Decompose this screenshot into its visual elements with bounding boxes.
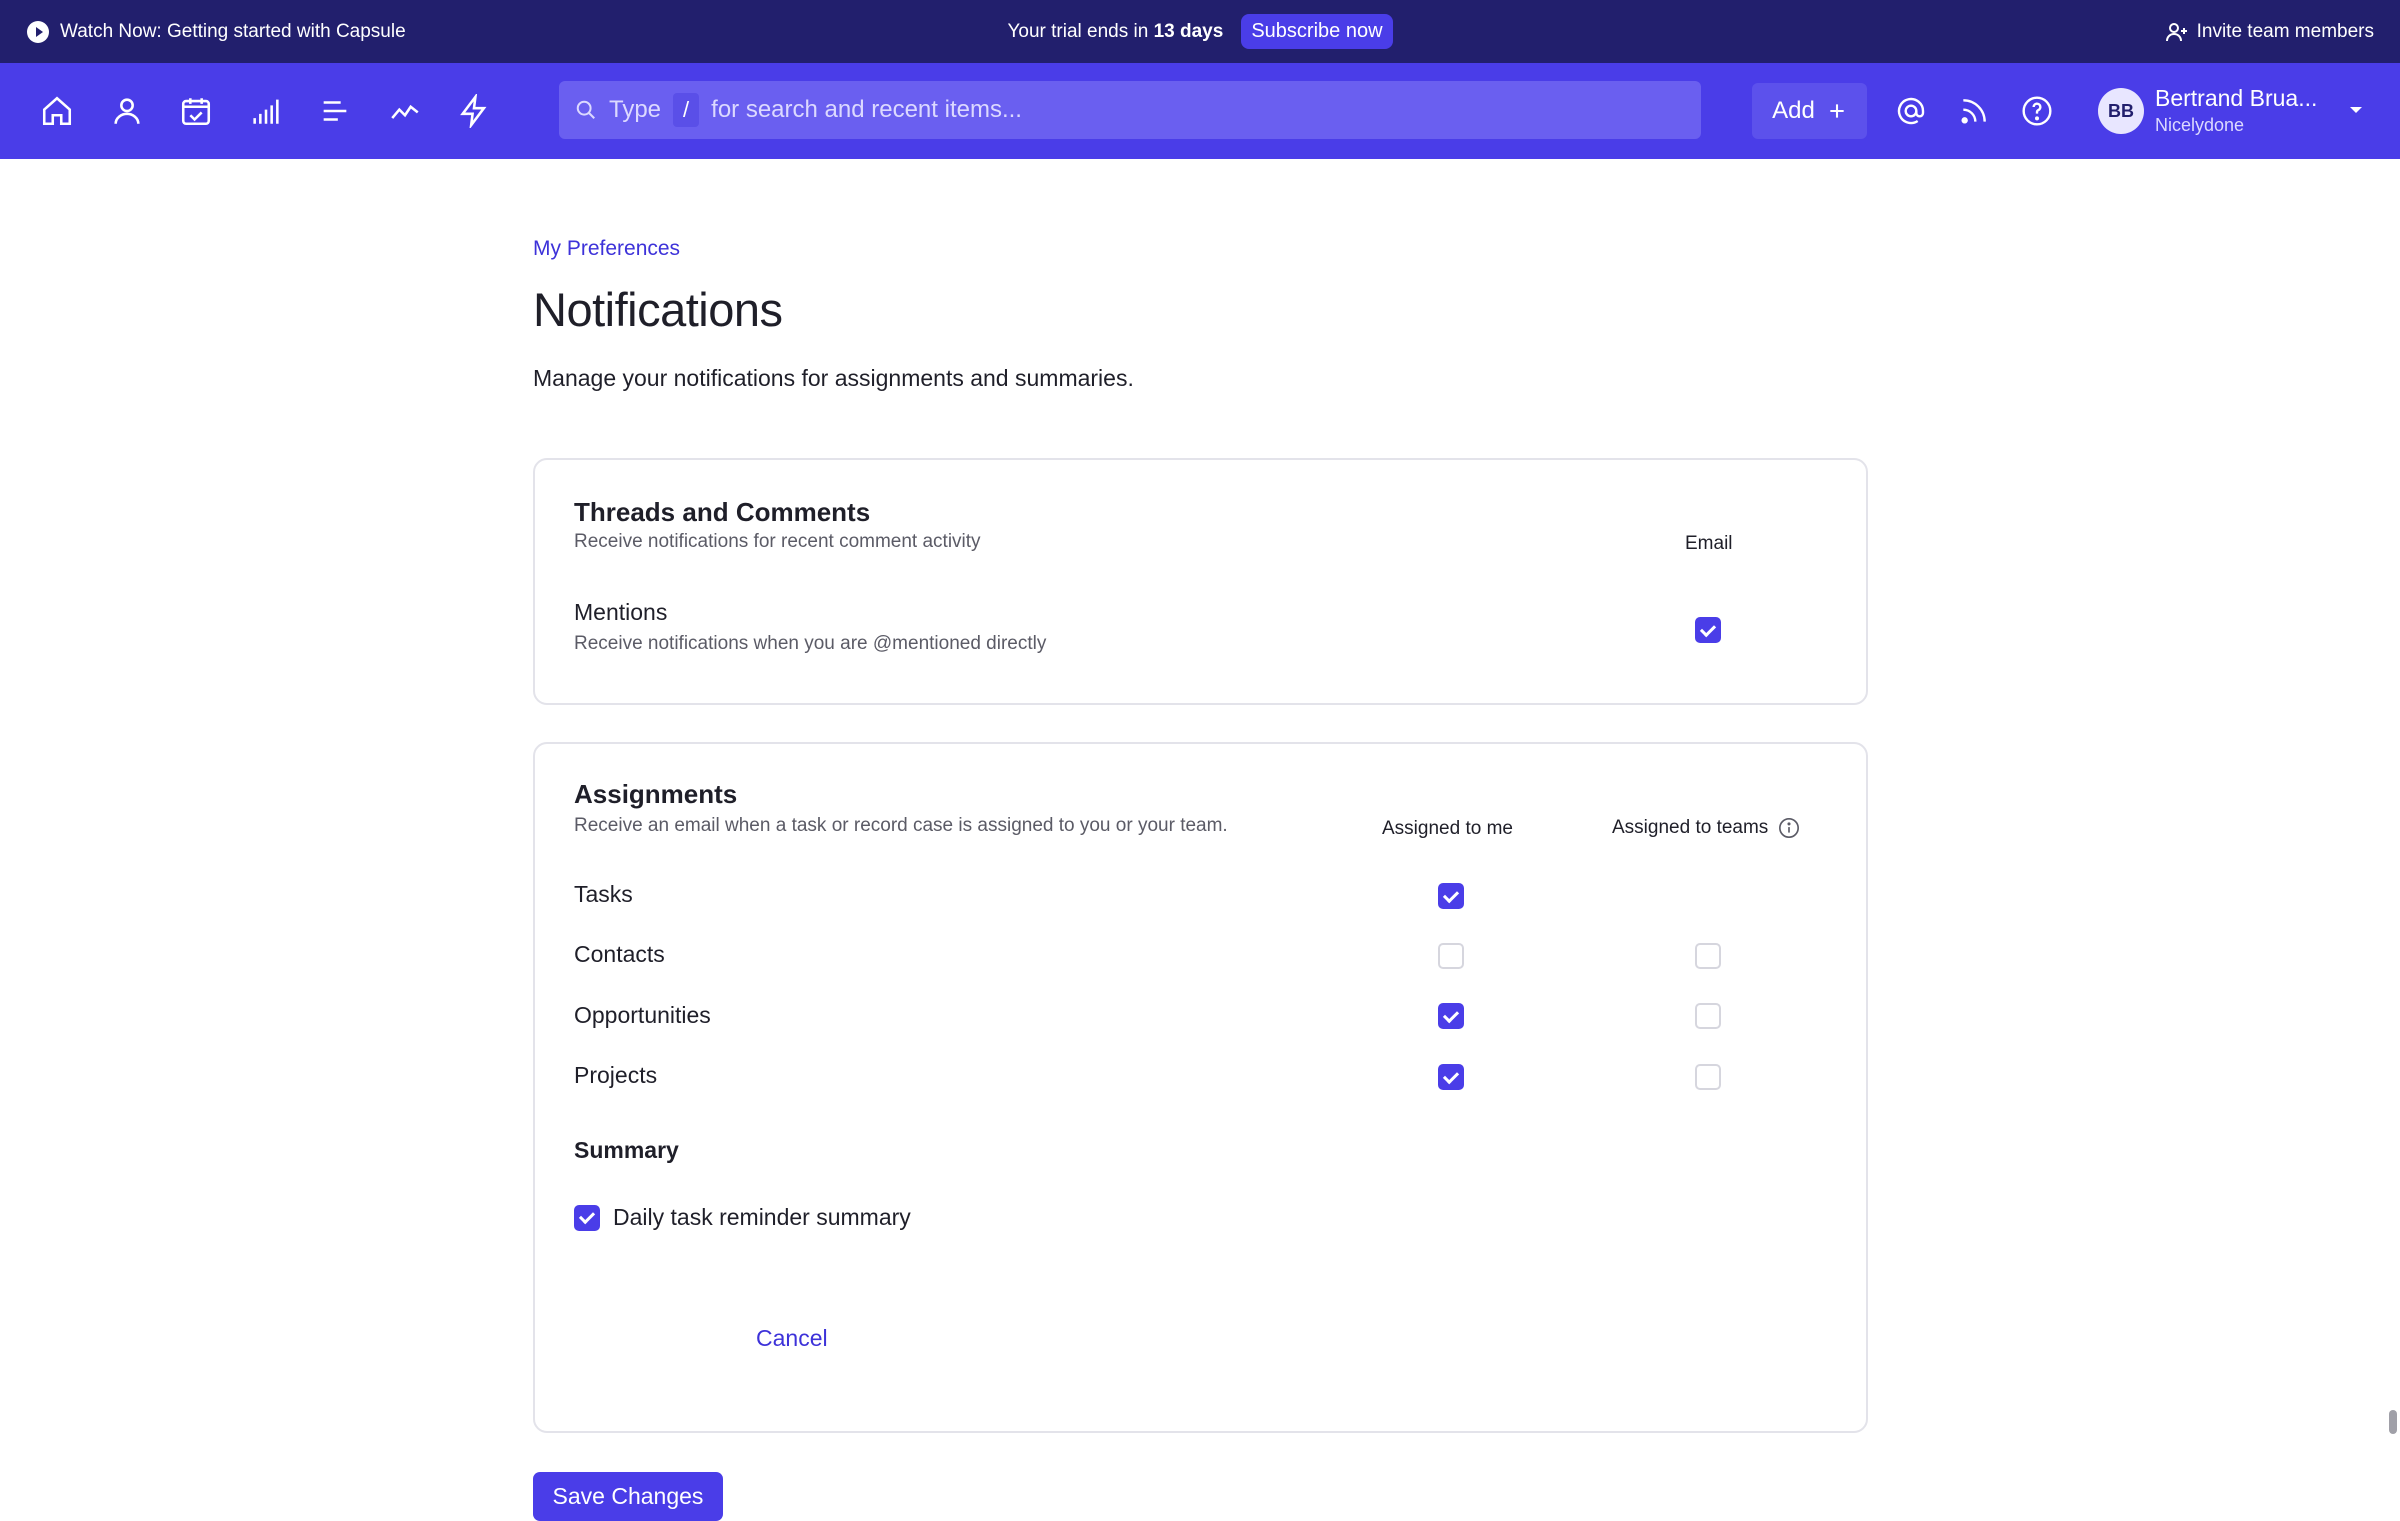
opportunities-assigned-me-checkbox[interactable] [1438, 1003, 1464, 1029]
tasks-row-label: Tasks [574, 881, 633, 907]
mentions-subtitle: Receive notifications when you are @ment… [574, 633, 1047, 654]
opportunities-row-label: Opportunities [574, 1002, 711, 1028]
feed-icon[interactable] [1952, 89, 1996, 133]
cancel-link[interactable]: Cancel [756, 1325, 828, 1352]
mentions-icon[interactable] [1889, 89, 1933, 133]
projects-row-label: Projects [574, 1062, 658, 1088]
contacts-row-label: Contacts [574, 941, 665, 967]
subscribe-button[interactable]: Subscribe now [1241, 14, 1393, 49]
assignments-title: Assignments [574, 779, 738, 809]
daily-summary-option[interactable]: Daily task reminder summary [574, 1204, 911, 1231]
watch-now-label: Watch Now: Getting started with Capsule [60, 20, 406, 42]
daily-summary-label: Daily task reminder summary [613, 1204, 911, 1230]
search-input[interactable]: Type / for search and recent items... [559, 81, 1701, 139]
lightning-icon[interactable] [452, 89, 496, 133]
person-icon[interactable] [105, 89, 149, 133]
invite-label: Invite team members [2196, 20, 2374, 42]
bar-chart-icon[interactable] [244, 89, 288, 133]
search-shortcut-key: / [673, 93, 700, 127]
invite-team-link[interactable]: Invite team members [2165, 20, 2374, 44]
plus-icon [1830, 104, 1844, 118]
summary-title: Summary [574, 1137, 679, 1163]
trial-days: 13 days [1153, 20, 1224, 42]
announcement-bar: Watch Now: Getting started with Capsule … [0, 0, 2400, 63]
mentions-title: Mentions [574, 599, 668, 625]
opportunities-assigned-teams-checkbox[interactable] [1695, 1003, 1721, 1029]
info-icon[interactable] [1778, 817, 1800, 839]
list-icon[interactable] [313, 89, 357, 133]
user-org: Nicelydone [2155, 115, 2245, 135]
add-person-icon [2165, 22, 2187, 41]
assigned-to-teams-header: Assigned to teams [1612, 817, 1800, 839]
trial-text: Your trial ends in 13 days [1007, 21, 1223, 43]
search-type-label: Type [609, 96, 662, 123]
play-icon [27, 20, 49, 43]
main-navbar: Type / for search and recent items... Ad… [0, 63, 2400, 159]
user-menu[interactable]: Bertrand Brua... Nicelydone [2155, 85, 2317, 136]
threads-card: Threads and Comments Receive notificatio… [533, 458, 1868, 705]
trend-icon[interactable] [383, 89, 427, 133]
threads-title: Threads and Comments [574, 497, 871, 527]
scrollbar-thumb[interactable] [2389, 1410, 2397, 1434]
threads-subtitle: Receive notifications for recent comment… [574, 531, 981, 552]
assignments-subtitle: Receive an email when a task or record c… [574, 815, 1228, 836]
projects-assigned-teams-checkbox[interactable] [1695, 1064, 1721, 1090]
contacts-assigned-me-checkbox[interactable] [1438, 943, 1464, 969]
daily-summary-checkbox[interactable] [574, 1204, 600, 1231]
save-changes-button[interactable]: Save Changes [533, 1472, 723, 1521]
tasks-assigned-me-checkbox[interactable] [1438, 883, 1464, 909]
user-name: Bertrand Brua... [2155, 85, 2318, 111]
home-icon[interactable] [35, 89, 79, 133]
contacts-assigned-teams-checkbox[interactable] [1695, 943, 1721, 969]
add-label: Add [1772, 97, 1815, 124]
calendar-check-icon[interactable] [174, 89, 218, 133]
email-column-header: Email [1685, 533, 1733, 554]
assigned-to-teams-label: Assigned to teams [1612, 817, 1769, 838]
add-button[interactable]: Add [1752, 83, 1867, 139]
assignments-card: Assignments Receive an email when a task… [533, 742, 1868, 1433]
chevron-down-icon[interactable] [2348, 103, 2364, 121]
projects-assigned-me-checkbox[interactable] [1438, 1064, 1464, 1090]
assigned-to-me-header: Assigned to me [1382, 818, 1513, 839]
help-icon[interactable] [2015, 89, 2059, 133]
watch-now-link[interactable]: Watch Now: Getting started with Capsule [26, 20, 406, 44]
search-placeholder: for search and recent items... [711, 96, 1022, 123]
breadcrumb[interactable]: My Preferences [533, 237, 680, 261]
page-title: Notifications [533, 283, 783, 336]
trial-prefix: Your trial ends in [1007, 20, 1149, 42]
mentions-email-checkbox[interactable] [1695, 617, 1721, 643]
avatar[interactable]: BB [2098, 88, 2144, 134]
search-icon [576, 100, 595, 119]
page-description: Manage your notifications for assignment… [533, 365, 1134, 391]
